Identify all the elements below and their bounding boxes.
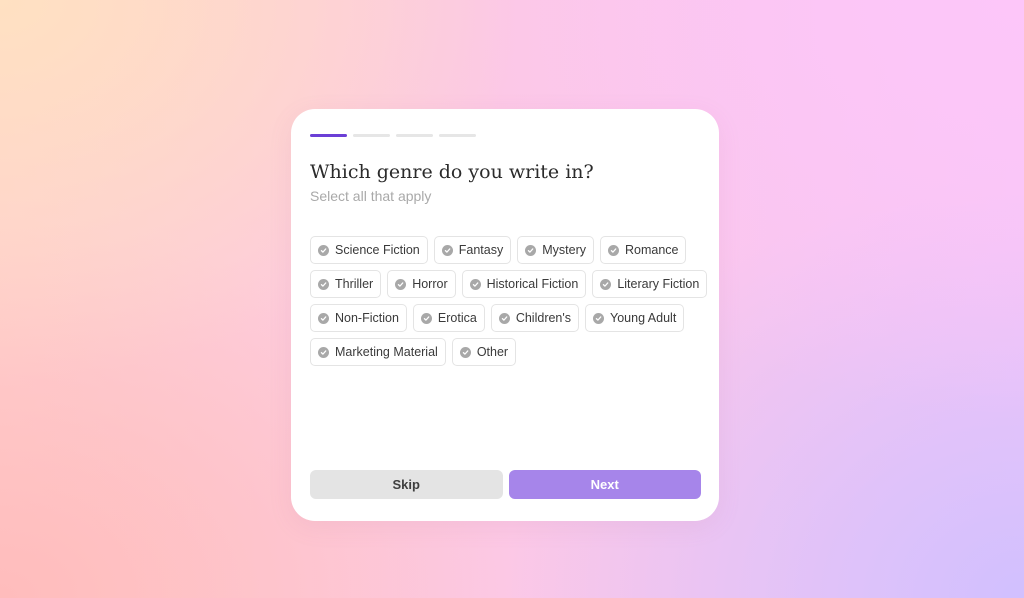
genre-chip-label: Thriller (335, 277, 374, 291)
check-circle-icon (318, 244, 329, 256)
genre-chip-thriller[interactable]: Thriller (310, 270, 382, 298)
genre-chip-label: Science Fiction (335, 243, 420, 257)
genre-chip-young-adult[interactable]: Young Adult (585, 304, 685, 332)
genre-chip-science-fiction[interactable]: Science Fiction (310, 236, 428, 264)
next-button[interactable]: Next (508, 470, 701, 499)
genre-chip-historical-fiction[interactable]: Historical Fiction (461, 270, 587, 298)
progress-step-1 (310, 134, 347, 137)
progress-step-2 (353, 134, 390, 137)
check-circle-icon (607, 244, 619, 256)
genre-chip-label: Marketing Material (335, 345, 438, 359)
onboarding-card: Which genre do you write in? Select all … (291, 109, 719, 521)
question-subtitle: Select all that apply (310, 188, 432, 204)
skip-button[interactable]: Skip (310, 470, 503, 499)
genre-options: Science Fiction Fantasy Mystery Romance … (310, 236, 710, 366)
genre-chip-label: Erotica (437, 311, 477, 325)
check-circle-icon (525, 244, 537, 256)
check-circle-icon (498, 312, 510, 324)
genre-chip-romance[interactable]: Romance (599, 236, 687, 264)
action-bar: Skip Next (310, 470, 701, 499)
genre-chip-label: Young Adult (610, 311, 677, 325)
genre-chip-label: Romance (624, 243, 679, 257)
genre-chip-label: Non-Fiction (335, 311, 399, 325)
check-circle-icon (318, 346, 329, 358)
check-circle-icon (600, 278, 612, 290)
genre-chip-literary-fiction[interactable]: Literary Fiction (592, 270, 708, 298)
genre-chip-label: Literary Fiction (617, 277, 700, 291)
check-circle-icon (459, 346, 471, 358)
check-circle-icon (441, 244, 453, 256)
check-circle-icon (318, 312, 329, 324)
progress-step-4 (439, 134, 476, 137)
question-title: Which genre do you write in? (310, 161, 594, 183)
genre-chip-horror[interactable]: Horror (387, 270, 456, 298)
check-circle-icon (469, 278, 481, 290)
genre-chip-label: Historical Fiction (486, 277, 579, 291)
genre-chip-label: Fantasy (458, 243, 504, 257)
genre-chip-other[interactable]: Other (451, 338, 517, 366)
genre-chip-label: Children's (515, 311, 572, 325)
check-circle-icon (593, 312, 605, 324)
genre-chip-childrens[interactable]: Children's (490, 304, 580, 332)
genre-chip-label: Mystery (542, 243, 586, 257)
progress-indicator (310, 134, 476, 137)
genre-chip-marketing-material[interactable]: Marketing Material (310, 338, 446, 366)
progress-step-3 (396, 134, 433, 137)
check-circle-icon (395, 278, 407, 290)
check-circle-icon (318, 278, 329, 290)
genre-chip-fantasy[interactable]: Fantasy (433, 236, 512, 264)
genre-chip-label: Other (476, 345, 509, 359)
genre-chip-non-fiction[interactable]: Non-Fiction (310, 304, 407, 332)
genre-chip-label: Horror (412, 277, 448, 291)
genre-chip-erotica[interactable]: Erotica (412, 304, 485, 332)
genre-chip-mystery[interactable]: Mystery (517, 236, 594, 264)
check-circle-icon (420, 312, 432, 324)
